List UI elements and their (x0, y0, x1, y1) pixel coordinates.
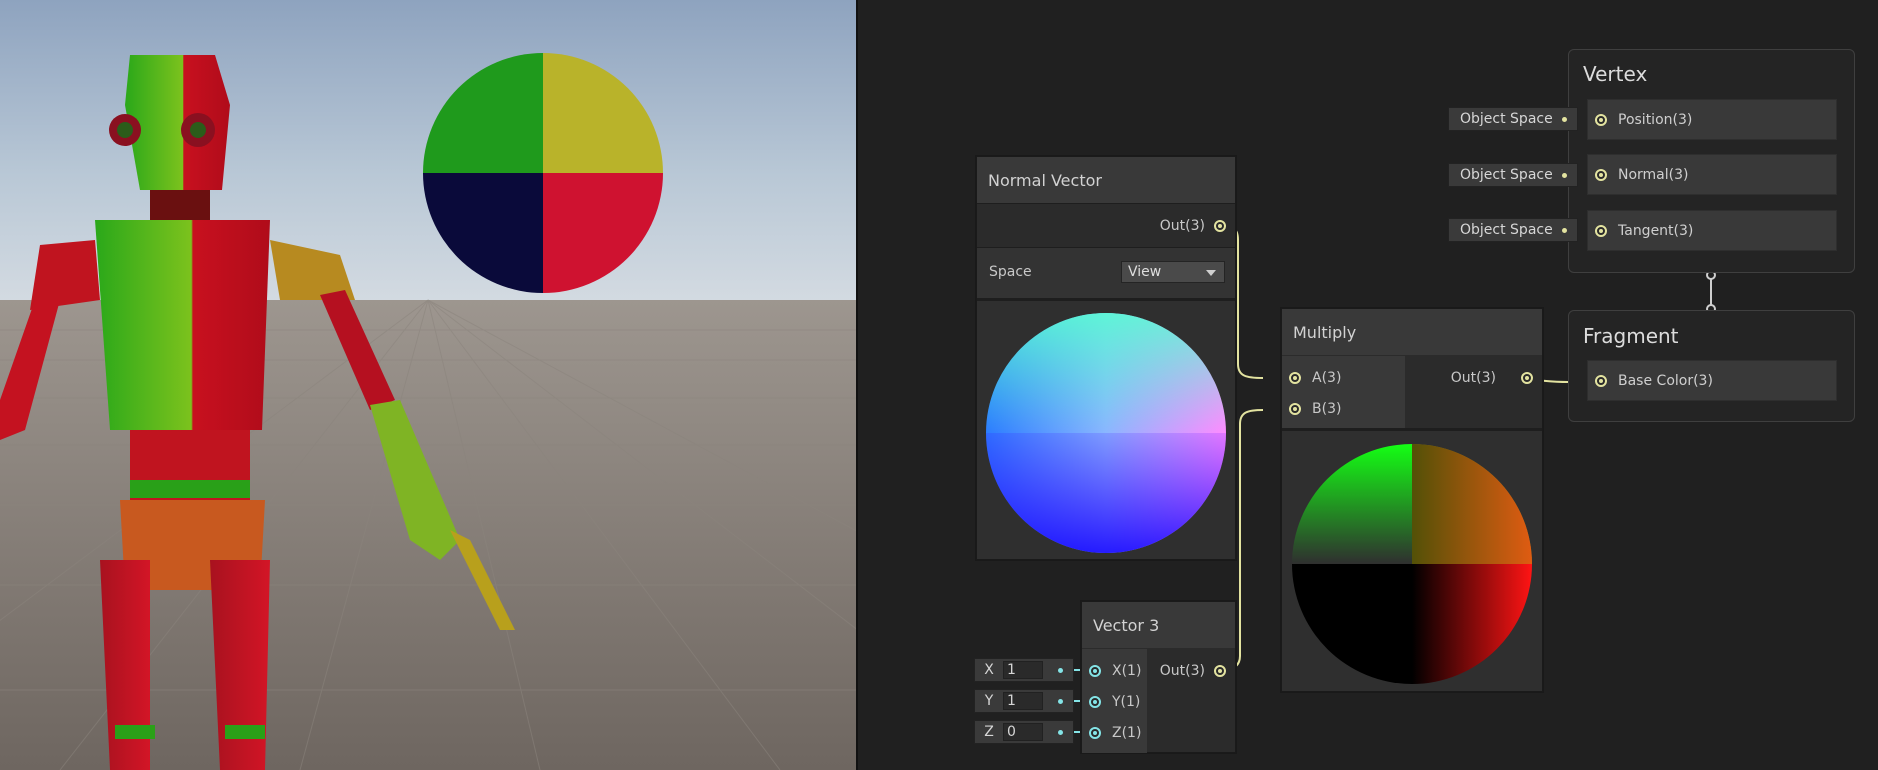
vector3-x-label: X(1) (1112, 663, 1142, 679)
z-field-port-icon (1058, 730, 1063, 735)
space-label: Space (989, 264, 1032, 280)
multiply-preview (1282, 431, 1542, 691)
normal-vector-title: Normal Vector (977, 157, 1235, 203)
vector3-x-port-icon[interactable] (1089, 665, 1101, 677)
multiply-b-label: B(3) (1312, 401, 1342, 417)
tangent-space-port-icon (1562, 228, 1567, 233)
base-color-block[interactable]: Base Color(3) (1587, 360, 1837, 401)
normal-space-label: Object Space (1460, 167, 1553, 183)
vector3-z-label: Z(1) (1112, 725, 1142, 741)
position-port-icon[interactable] (1595, 114, 1607, 126)
multiply-title: Multiply (1282, 309, 1542, 355)
z-value-field[interactable]: Z 0 (974, 720, 1074, 744)
shader-graph-canvas[interactable]: Normal Vector Out(3) Space View Multiply… (858, 0, 1878, 770)
tangent-space-input[interactable]: Object Space (1448, 218, 1578, 242)
tangent-label: Tangent(3) (1618, 222, 1694, 239)
y-axis-label: Y (984, 693, 994, 709)
tangent-port-icon[interactable] (1595, 225, 1607, 237)
vector3-inputs: X(1) Y(1) Z(1) (1082, 649, 1147, 753)
position-label: Position(3) (1618, 111, 1693, 128)
z-value-input[interactable]: 0 (1003, 723, 1043, 741)
normal-space-port-icon (1562, 173, 1567, 178)
x-field-port-icon (1058, 668, 1063, 673)
multiply-out-port-icon[interactable] (1521, 372, 1533, 384)
vector3-y-port-icon[interactable] (1089, 696, 1101, 708)
fragment-title: Fragment (1583, 324, 1679, 348)
vector3-y-label: Y(1) (1112, 694, 1141, 710)
vector3-node[interactable]: Vector 3 X(1) Y(1) Z(1) Out(3) (1081, 601, 1236, 753)
y-field-port-icon (1058, 699, 1063, 704)
vertex-title: Vertex (1583, 62, 1648, 86)
vertex-context[interactable]: Vertex Position(3) Normal(3) Tangent(3) (1568, 49, 1855, 273)
position-space-port-icon (1562, 117, 1567, 122)
normal-preview-sphere (986, 313, 1226, 553)
normal-vector-preview (977, 301, 1235, 559)
scene-render (0, 0, 856, 770)
multiply-a-port-icon[interactable] (1289, 372, 1301, 384)
vector3-out-label: Out(3) (1159, 663, 1205, 679)
normal-vector-settings: Space View (977, 248, 1235, 298)
scene-viewport[interactable] (0, 0, 856, 770)
multiply-inputs: A(3) B(3) (1282, 356, 1405, 428)
tangent-block[interactable]: Tangent(3) (1587, 210, 1837, 251)
position-space-input[interactable]: Object Space (1448, 107, 1578, 131)
normal-port-icon[interactable] (1595, 169, 1607, 181)
fragment-context[interactable]: Fragment Base Color(3) (1568, 310, 1855, 422)
base-color-label: Base Color(3) (1618, 372, 1713, 389)
normal-vector-node[interactable]: Normal Vector Out(3) Space View (976, 156, 1236, 560)
x-value-input[interactable]: 1 (1003, 661, 1043, 679)
normal-block[interactable]: Normal(3) (1587, 154, 1837, 195)
multiply-preview-sphere (1292, 444, 1532, 684)
vector3-title: Vector 3 (1082, 602, 1235, 648)
space-dropdown-value: View (1128, 264, 1162, 280)
normal-vector-out-label: Out(3) (1159, 218, 1205, 234)
tangent-space-label: Object Space (1460, 222, 1553, 238)
base-color-port-icon[interactable] (1595, 375, 1607, 387)
y-value-field[interactable]: Y 1 (974, 689, 1074, 713)
output-row (977, 203, 1235, 204)
multiply-node[interactable]: Multiply A(3) B(3) Out(3) (1281, 308, 1543, 692)
multiply-a-label: A(3) (1312, 370, 1342, 386)
vector3-out-port-icon[interactable] (1214, 665, 1226, 677)
vector3-z-port-icon[interactable] (1089, 727, 1101, 739)
caret-down-icon (1206, 270, 1216, 276)
y-value-input[interactable]: 1 (1003, 692, 1043, 710)
position-block[interactable]: Position(3) (1587, 99, 1837, 140)
position-space-label: Object Space (1460, 111, 1553, 127)
space-dropdown[interactable]: View (1121, 261, 1225, 283)
normal-space-input[interactable]: Object Space (1448, 163, 1578, 187)
z-axis-label: Z (984, 724, 994, 740)
x-axis-label: X (984, 662, 994, 678)
x-value-field[interactable]: X 1 (974, 658, 1074, 682)
multiply-b-port-icon[interactable] (1289, 403, 1301, 415)
normal-label: Normal(3) (1618, 166, 1689, 183)
normal-vector-out-port-icon[interactable] (1214, 220, 1226, 232)
multiply-out-label: Out(3) (1450, 370, 1496, 386)
